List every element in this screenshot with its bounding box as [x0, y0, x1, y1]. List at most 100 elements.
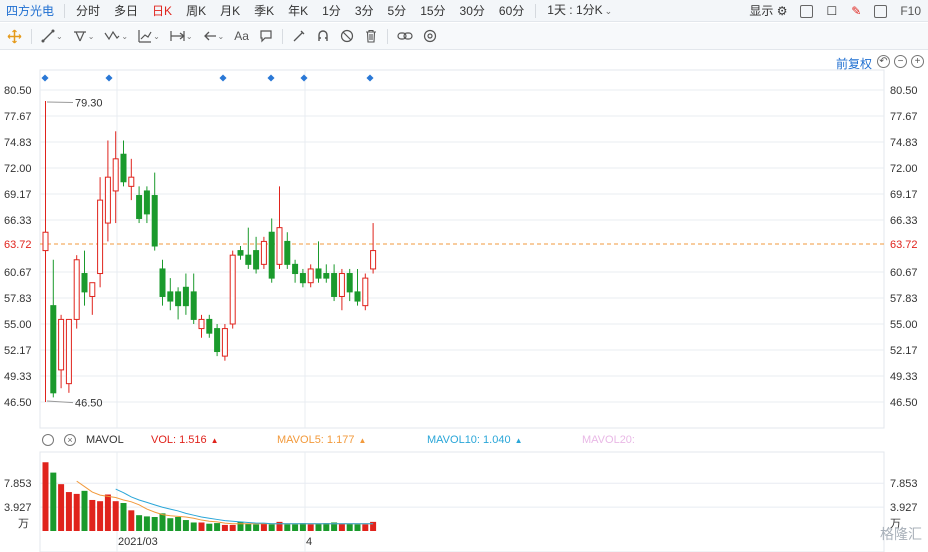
fib-icon[interactable]: ⌄	[133, 23, 165, 50]
triangle-up-icon: ▲	[210, 436, 219, 445]
candle-body	[354, 291, 361, 302]
tab-2[interactable]: 日K	[145, 0, 179, 22]
camera-icon[interactable]: ☐	[819, 0, 844, 22]
undo-icon[interactable]: ↶	[877, 55, 890, 68]
event-marker	[41, 74, 49, 82]
x-label: 2021/03	[118, 536, 158, 548]
divider	[386, 28, 388, 44]
line-icon[interactable]: ⌄	[36, 23, 68, 50]
candle-body	[221, 328, 228, 357]
adjust-mode-label[interactable]: 前复权	[836, 55, 872, 72]
y-tick-left: 72.00	[4, 163, 32, 175]
pen-icon[interactable]: ✎	[844, 0, 868, 22]
y-tick-left: 52.17	[4, 345, 32, 357]
event-marker	[219, 74, 227, 82]
volume-bar	[307, 524, 314, 531]
interval-select[interactable]: 1天 : 1分K ⌄	[540, 0, 619, 22]
volume-panel-frame	[39, 451, 885, 552]
candle-body	[323, 273, 330, 279]
volume-bar	[362, 524, 369, 531]
link-icon[interactable]	[392, 23, 418, 50]
candle-body	[370, 250, 377, 270]
candle-body	[81, 273, 88, 293]
settings-icon[interactable]	[418, 23, 442, 50]
fullscreen-icon[interactable]	[800, 4, 814, 18]
volume-tick-left: 3.927	[4, 502, 32, 514]
tab-0[interactable]: 分时	[69, 0, 107, 22]
triangle-up-icon: ▲	[514, 436, 523, 445]
volume-bar	[89, 499, 96, 531]
close-icon[interactable]: ×	[64, 434, 76, 446]
pen-icon[interactable]	[287, 23, 311, 50]
y-tick-right: 55.00	[890, 319, 918, 331]
y-tick-right: 66.33	[890, 215, 918, 227]
text-icon[interactable]: Aa	[229, 23, 254, 50]
tab-11[interactable]: 30分	[453, 0, 492, 22]
candle-body	[58, 318, 65, 371]
stock-name[interactable]: 四方光电	[6, 2, 54, 19]
event-marker	[105, 74, 113, 82]
tab-3[interactable]: 周K	[179, 0, 213, 22]
volume-bar	[338, 523, 345, 531]
volume-bar	[284, 524, 291, 531]
indicator-name[interactable]: MAVOL	[86, 434, 124, 446]
volume-bar	[97, 501, 104, 531]
magnet-icon[interactable]	[311, 23, 335, 50]
crosshair-icon[interactable]	[2, 23, 27, 50]
f10-button[interactable]: F10	[893, 0, 928, 22]
volume-bar	[299, 523, 306, 531]
volume-indicator-bar: × MAVOL VOL: 1.516 ▲ MAVOL5: 1.177 ▲ MAVOL…	[0, 430, 928, 450]
tab-9[interactable]: 5分	[381, 0, 414, 22]
y-tick-left: 66.33	[4, 215, 32, 227]
tab-5[interactable]: 季K	[247, 0, 281, 22]
candle-body	[190, 291, 197, 320]
tab-8[interactable]: 3分	[348, 0, 381, 22]
min-price-label: 46.50	[75, 398, 103, 410]
range-icon[interactable]: ⌄	[165, 23, 198, 50]
divider	[64, 3, 66, 18]
comment-icon[interactable]	[254, 23, 278, 50]
gear-icon: ⚙	[776, 4, 788, 18]
delete-icon[interactable]	[359, 23, 383, 50]
candle-body	[307, 268, 314, 284]
volume-bar	[221, 524, 228, 531]
tab-7[interactable]: 1分	[315, 0, 348, 22]
candle-body	[175, 291, 182, 307]
triangle-up-icon: ▲	[358, 436, 367, 445]
wave-icon[interactable]: ⌄	[99, 23, 133, 50]
y-tick-left: 46.50	[4, 397, 32, 409]
volume-bar	[112, 501, 119, 531]
volume-bar	[151, 517, 158, 531]
volume-bar	[292, 524, 299, 531]
y-tick-right: 63.72	[890, 239, 918, 251]
channel-icon[interactable]: ⌄	[68, 23, 100, 50]
period-tabs: 分时 多日 日K 周K 月K 季K 年K 1分 3分 5分 15分 30分 60分	[69, 0, 531, 22]
tab-10[interactable]: 15分	[413, 0, 452, 22]
event-marker	[267, 74, 275, 82]
candle-body	[229, 254, 236, 325]
display-menu[interactable]: 显示 ⚙	[742, 0, 794, 22]
y-tick-left: 69.17	[4, 189, 32, 201]
candle-body	[167, 291, 174, 302]
arrow-icon[interactable]: ⌄	[198, 23, 230, 50]
volume-bar	[42, 462, 49, 531]
kline-chart[interactable]: 80.50 80.50 77.67 77.67 74.83 74.83 72.00 72.00…	[0, 50, 928, 552]
volume-tick-left: 7.853	[4, 478, 32, 490]
tab-6[interactable]: 年K	[281, 0, 315, 22]
volume-bar	[104, 494, 111, 531]
gear-icon[interactable]	[42, 434, 54, 446]
mavol10-value: MAVOL10: 1.040 ▲	[427, 434, 523, 446]
tab-12[interactable]: 60分	[492, 0, 531, 22]
volume-bar	[190, 522, 197, 531]
y-tick-left: 60.67	[4, 267, 32, 279]
zoom-in-icon[interactable]: +	[911, 55, 924, 68]
expand-icon[interactable]	[874, 4, 888, 18]
hide-icon[interactable]	[335, 23, 359, 50]
watermark: 格隆汇	[880, 526, 922, 542]
zoom-out-icon[interactable]: −	[894, 55, 907, 68]
candle-body	[260, 240, 267, 265]
tab-4[interactable]: 月K	[213, 0, 247, 22]
candle-body	[143, 190, 150, 215]
tab-1[interactable]: 多日	[107, 0, 145, 22]
candle-body	[362, 277, 369, 307]
